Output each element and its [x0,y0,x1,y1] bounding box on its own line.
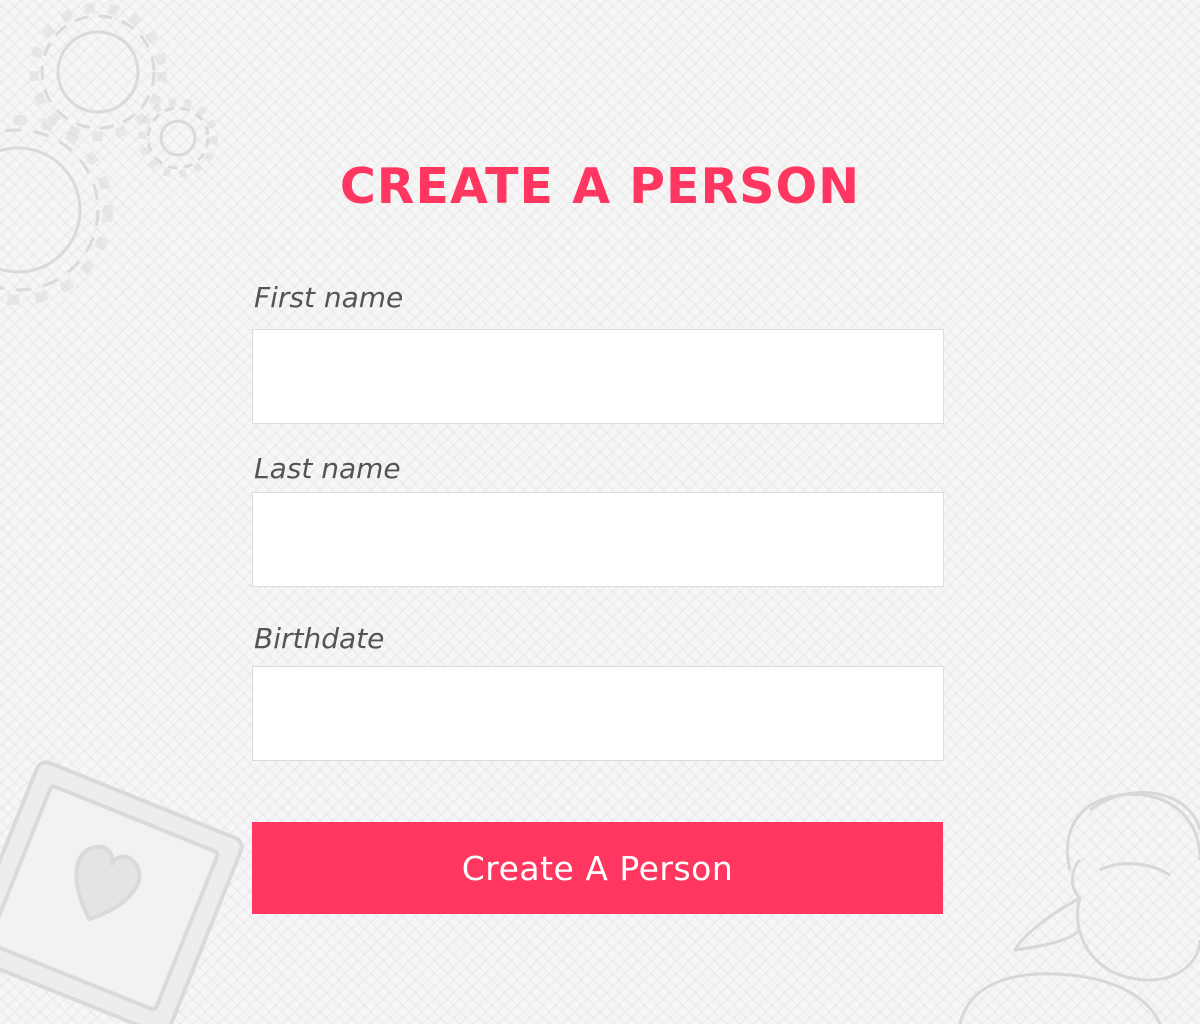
first-name-label: First name [254,281,404,314]
last-name-input[interactable] [252,492,944,587]
first-name-input[interactable] [252,329,944,424]
last-name-label: Last name [254,452,401,485]
birthdate-label: Birthdate [254,622,385,655]
create-person-button[interactable]: Create A Person [252,822,943,914]
person-silhouette-icon [958,791,1200,1024]
birthdate-input[interactable] [252,666,944,761]
page-title: CREATE A PERSON [339,158,861,215]
picture-frame-heart-icon [0,760,244,1024]
